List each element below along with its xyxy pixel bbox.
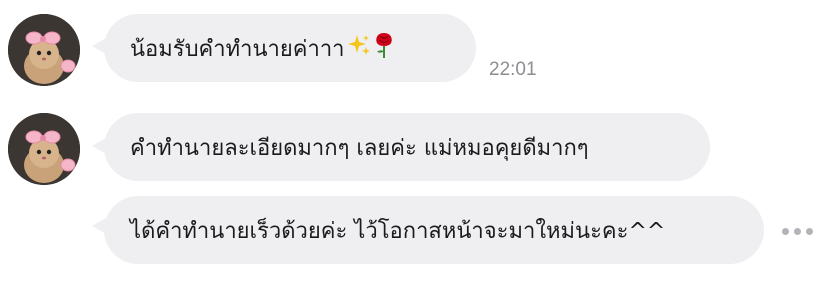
message-bubble[interactable]: ได้คำทำนายเร็วด้วยค่ะ ไว้โอกาสหน้าจะมาให… — [104, 196, 764, 264]
cat-avatar-icon — [8, 14, 80, 86]
rose-icon — [373, 31, 395, 65]
message-bubble[interactable]: น้อมรับคำทำนายค่าาา — [104, 14, 476, 82]
dot — [806, 228, 813, 235]
more-options-icon[interactable] — [782, 228, 813, 235]
message-text: คำทำนายละเอียดมากๆ เลยค่ะ แม่หมอคุยดีมาก… — [130, 135, 589, 161]
avatar[interactable] — [8, 14, 80, 86]
message-time: 22:01 — [489, 59, 537, 80]
sparkles-icon — [347, 33, 371, 63]
cat-avatar-icon — [8, 113, 80, 185]
avatar[interactable] — [8, 113, 80, 185]
dot — [782, 228, 789, 235]
message-text: ได้คำทำนายเร็วด้วยค่ะ ไว้โอกาสหน้าจะมาให… — [130, 218, 666, 244]
message-bubble[interactable]: คำทำนายละเอียดมากๆ เลยค่ะ แม่หมอคุยดีมาก… — [104, 113, 710, 181]
dot — [794, 228, 801, 235]
message-text: น้อมรับคำทำนายค่าาา — [130, 36, 345, 62]
